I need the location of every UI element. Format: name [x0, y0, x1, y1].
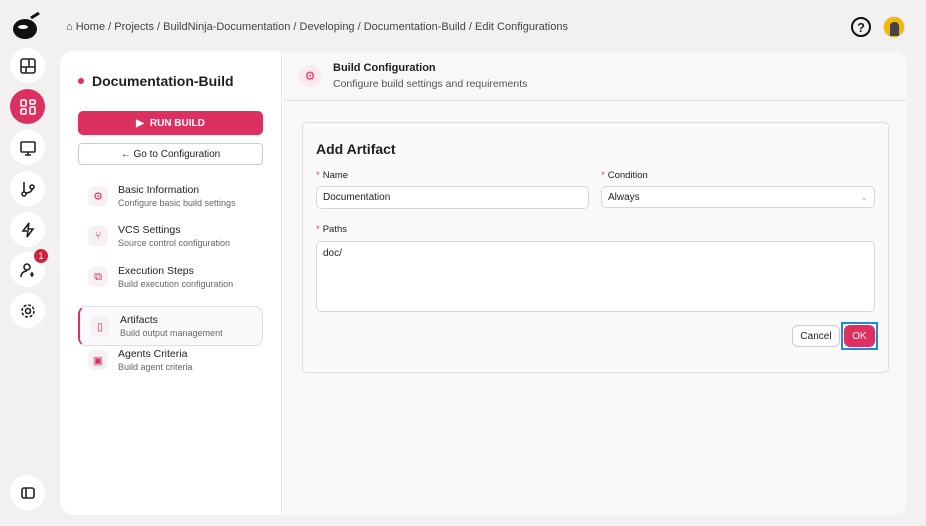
name-input[interactable]: Documentation	[316, 186, 589, 209]
branch-icon: ⑂	[88, 226, 108, 246]
name-label: * Name	[316, 170, 349, 181]
nav-subtitle: Build agent criteria	[118, 362, 193, 372]
nav-execution-steps[interactable]: ⧉ Execution Steps Build execution configur…	[78, 257, 263, 297]
rail-settings-button[interactable]	[10, 293, 45, 328]
layout-icon	[19, 57, 36, 74]
condition-label: * Condition	[601, 170, 648, 181]
steps-icon: ⧉	[88, 267, 108, 287]
status-dot	[78, 78, 84, 84]
rail-dashboard-button[interactable]	[10, 48, 45, 83]
nav-title: Basic Information	[118, 184, 200, 196]
nav-agents-criteria[interactable]: ▣ Agents Criteria Build agent criteria	[78, 340, 263, 380]
collapse-sidebar-button[interactable]	[10, 475, 45, 510]
nav-title: Agents Criteria	[118, 348, 188, 360]
rail-vcs-button[interactable]	[10, 171, 45, 206]
section-title: Build Configuration	[333, 61, 436, 74]
main-card: Documentation-Build ▶ RUN BUILD ← Go to C…	[60, 51, 907, 515]
user-settings-icon	[19, 262, 34, 277]
branch-icon	[20, 181, 35, 197]
rail-users-button[interactable]: 1	[10, 249, 48, 287]
paths-label: * Paths	[316, 224, 347, 235]
avatar[interactable]	[883, 16, 905, 38]
paths-textarea[interactable]: doc/	[316, 241, 875, 312]
section-subtitle: Configure build settings and requirement…	[333, 77, 528, 90]
project-title-text: Documentation-Build	[92, 73, 234, 89]
condition-value: Always	[608, 191, 640, 203]
breadcrumb-home[interactable]: Home	[76, 21, 105, 33]
nav-subtitle: Build output management	[120, 328, 223, 338]
breadcrumb-developing[interactable]: Developing	[300, 21, 355, 33]
config-sidebar: Documentation-Build ▶ RUN BUILD ← Go to C…	[60, 51, 282, 515]
breadcrumb-projects[interactable]: Projects	[114, 21, 154, 33]
file-icon: ▯	[90, 316, 110, 336]
lightning-icon	[20, 222, 35, 237]
project-title: Documentation-Build	[78, 73, 234, 89]
notification-badge: 1	[34, 249, 48, 263]
nav-subtitle: Source control configuration	[118, 238, 231, 248]
sidebar-toggle-icon	[20, 486, 35, 499]
go-to-configuration-button[interactable]: ← Go to Configuration	[78, 143, 263, 165]
nav-vcs-settings[interactable]: ⑂ VCS Settings Source control configuratio…	[78, 216, 263, 256]
run-build-label: RUN BUILD	[149, 117, 205, 129]
nav-title: Artifacts	[120, 314, 158, 326]
gear-icon	[20, 303, 35, 318]
gear-icon: ⚙	[88, 186, 108, 206]
grid-icon	[19, 98, 36, 115]
run-build-button[interactable]: ▶ RUN BUILD	[78, 111, 263, 135]
section-header: ⚙ Build Configuration Configure build set…	[283, 51, 907, 101]
cancel-button[interactable]: Cancel	[792, 325, 840, 347]
logo	[11, 10, 41, 40]
agent-icon: ▣	[88, 350, 108, 370]
condition-select[interactable]: Always ⌄	[601, 186, 875, 208]
rail-triggers-button[interactable]	[10, 212, 45, 247]
monitor-icon	[19, 140, 36, 156]
rail-projects-button[interactable]	[10, 89, 45, 124]
breadcrumb-project[interactable]: BuildNinja-Documentation	[163, 21, 290, 33]
breadcrumb: ⌂ Home / Projects / BuildNinja-Documenta…	[66, 21, 568, 33]
breadcrumb-current: Edit Configurations	[475, 21, 568, 33]
nav-title: VCS Settings	[118, 224, 181, 236]
form-title: Add Artifact	[316, 141, 396, 157]
nav-subtitle: Configure basic build settings	[118, 198, 236, 208]
chevron-down-icon: ⌄	[860, 191, 868, 202]
rail-agents-button[interactable]	[10, 130, 45, 165]
home-icon: ⌂	[66, 21, 73, 33]
breadcrumb-build[interactable]: Documentation-Build	[364, 21, 466, 33]
add-artifact-form: Add Artifact * Name Documentation * Condit…	[302, 122, 889, 373]
nav-title: Execution Steps	[118, 265, 194, 277]
help-icon[interactable]: ?	[851, 17, 871, 37]
nav-subtitle: Build execution configuration	[118, 279, 234, 289]
ok-button[interactable]: OK	[844, 325, 875, 347]
nav-basic-information[interactable]: ⚙ Basic Information Configure basic build …	[78, 176, 263, 216]
gear-icon: ⚙	[299, 64, 321, 87]
play-icon: ▶	[136, 117, 144, 129]
config-content: ⚙ Build Configuration Configure build set…	[283, 51, 907, 515]
